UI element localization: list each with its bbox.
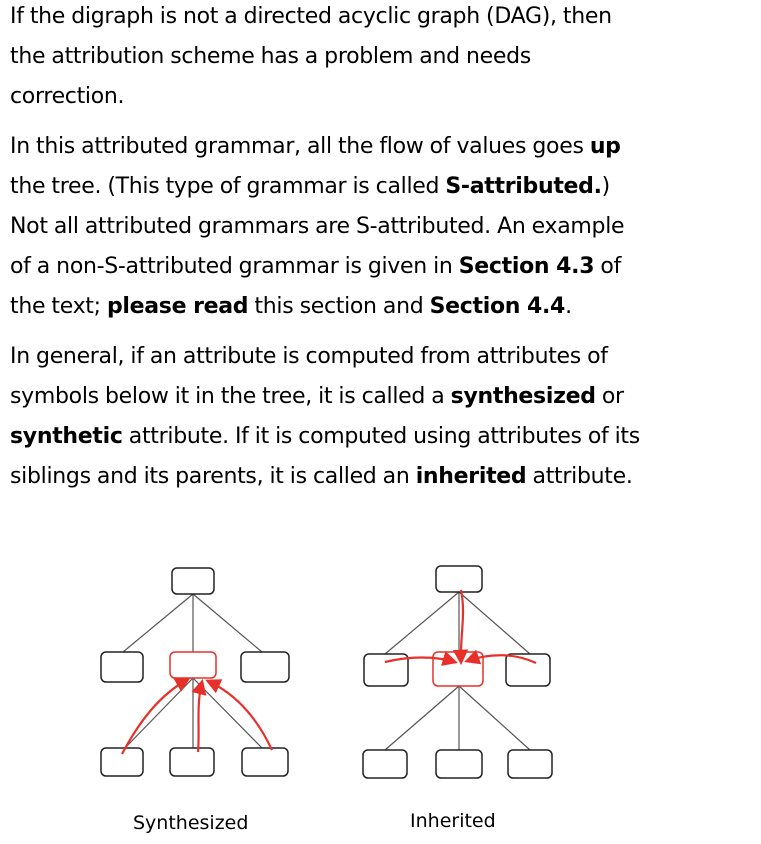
- text-line: siblings and its parents, it is called a…: [10, 457, 640, 497]
- text-run: ): [601, 174, 611, 199]
- inh-arrow-down: [452, 589, 469, 666]
- inh-highlight-node: [432, 651, 484, 687]
- inh-leaf-middle: [435, 749, 483, 779]
- text-run: of a non-S-attributed grammar is given i…: [10, 254, 459, 279]
- inh-root-node: [435, 565, 483, 593]
- text-run: correction.: [10, 84, 125, 109]
- paragraph-dag: If the digraph is not a directed acyclic…: [10, 0, 612, 117]
- text-run: the attribution scheme has a problem and…: [10, 44, 531, 69]
- text-run: the tree. (This type of grammar is calle…: [10, 174, 446, 199]
- text-run: this section and: [248, 294, 430, 319]
- text-run: or: [595, 384, 624, 409]
- attribute-flow-diagram: [100, 565, 553, 779]
- inh-leaf-right: [507, 749, 553, 779]
- text-run: If the digraph is not a directed acyclic…: [10, 4, 612, 29]
- synthesized-arrows: [121, 677, 273, 755]
- text-line: of a non-S-attributed grammar is given i…: [10, 247, 624, 287]
- text-line: symbols below it in the tree, it is call…: [10, 377, 640, 417]
- inherited-tree: [362, 565, 553, 779]
- text-line: correction.: [10, 77, 612, 117]
- text-run: siblings and its parents, it is called a…: [10, 464, 416, 489]
- syn-right-node: [240, 651, 290, 683]
- text-line: synthetic attribute. If it is computed u…: [10, 417, 640, 457]
- text-line: the tree. (This type of grammar is calle…: [10, 167, 624, 207]
- text-run: symbols below it in the tree, it is call…: [10, 384, 451, 409]
- text-line: Not all attributed grammars are S-attrib…: [10, 207, 625, 247]
- edge-root-right: [192, 593, 263, 653]
- syn-highlight-node: [169, 651, 217, 679]
- text-run: .: [565, 294, 572, 319]
- bold-term: Section 4.3: [458, 254, 595, 279]
- text-run: attribute.: [526, 464, 633, 489]
- edge-mid-right: [458, 685, 531, 751]
- bold-term: up: [589, 134, 621, 159]
- text-line: the attribution scheme has a problem and…: [10, 37, 612, 77]
- attribute-flow-figure: Synthesized Inherited: [0, 540, 761, 844]
- edge-root-left: [384, 591, 460, 655]
- edge-mid-left: [124, 677, 194, 749]
- bold-term: S-attributed.: [445, 174, 602, 199]
- syn-left-node: [100, 651, 144, 683]
- text-line: If the digraph is not a directed acyclic…: [10, 0, 612, 37]
- text-line: the text; please read this section and S…: [10, 287, 624, 327]
- caption-synthesized: Synthesized: [133, 812, 249, 834]
- text-run: Not all attributed grammars are S-attrib…: [10, 214, 625, 239]
- text-run: In this attributed grammar, all the flow…: [10, 134, 590, 159]
- inh-leaf-left: [362, 749, 408, 779]
- bold-term: inherited: [415, 464, 527, 489]
- syn-root-node: [171, 567, 215, 595]
- paragraph-synthesized-inherited: In general, if an attribute is computed …: [10, 337, 640, 497]
- text-run: of: [594, 254, 622, 279]
- caption-inherited: Inherited: [410, 810, 496, 832]
- syn-leaf-right: [241, 747, 289, 777]
- paragraph-s-attributed: In this attributed grammar, all the flow…: [10, 127, 625, 327]
- syn-arrow-right: [205, 679, 273, 751]
- edge-root-right: [458, 591, 531, 655]
- edge-mid-right: [192, 677, 263, 749]
- bold-term: please read: [106, 294, 249, 319]
- bold-term: synthetic: [10, 424, 123, 449]
- text-run: In general, if an attribute is computed …: [10, 344, 608, 369]
- text-line: In general, if an attribute is computed …: [10, 337, 640, 377]
- bold-term: synthesized: [450, 384, 596, 409]
- text-run: attribute. If it is computed using attri…: [122, 424, 640, 449]
- edge-root-left: [122, 593, 194, 653]
- text-line: In this attributed grammar, all the flow…: [10, 127, 624, 167]
- inherited-arrows: [384, 589, 537, 666]
- edge-mid-left: [384, 685, 460, 751]
- synthesized-tree: [100, 567, 290, 777]
- text-run: the text;: [10, 294, 107, 319]
- syn-leaf-middle: [169, 747, 215, 777]
- bold-term: Section 4.4: [429, 294, 566, 319]
- syn-arrow-middle: [191, 679, 207, 753]
